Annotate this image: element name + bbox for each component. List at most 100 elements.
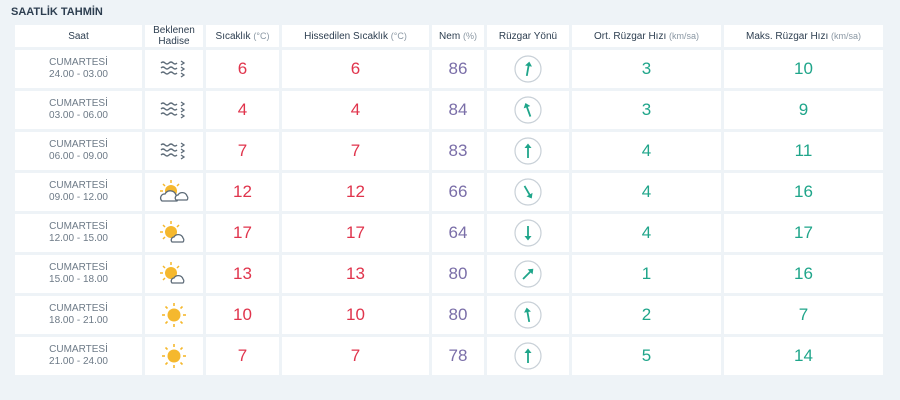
table-row: CUMARTESİ 09.00 - 12.00 12 12 66 4 16 — [15, 173, 883, 211]
humidity-cell: 64 — [432, 214, 484, 252]
day-label: CUMARTESİ — [49, 344, 108, 355]
weather-cell — [145, 173, 203, 211]
table-row: CUMARTESİ 12.00 - 15.00 17 17 64 4 17 — [15, 214, 883, 252]
partly-sunny-icon — [145, 220, 203, 246]
weather-cell — [145, 91, 203, 129]
time-cell: CUMARTESİ 24.00 - 03.00 — [15, 50, 142, 88]
fog-icon — [145, 99, 203, 121]
max-wind-cell: 16 — [724, 255, 883, 293]
temperature-cell: 12 — [206, 173, 279, 211]
feels-like-cell: 10 — [282, 296, 429, 334]
table-row: CUMARTESİ 24.00 - 03.00 6 6 86 3 10 — [15, 50, 883, 88]
day-label: CUMARTESİ — [49, 303, 108, 314]
feels-like-cell: 7 — [282, 132, 429, 170]
humidity-cell: 80 — [432, 255, 484, 293]
col-header-nem: Nem (%) — [432, 25, 484, 47]
wind-direction-cell — [487, 214, 569, 252]
humidity-cell: 80 — [432, 296, 484, 334]
wind-direction-cell — [487, 50, 569, 88]
avg-wind-cell: 4 — [572, 132, 721, 170]
wind-arrow-icon — [514, 342, 542, 370]
table-header-row: Saat Beklenen Hadise Sıcaklık (°C) Hisse… — [15, 25, 883, 47]
avg-wind-cell: 1 — [572, 255, 721, 293]
time-cell: CUMARTESİ 15.00 - 18.00 — [15, 255, 142, 293]
time-cell: CUMARTESİ 12.00 - 15.00 — [15, 214, 142, 252]
max-wind-cell: 16 — [724, 173, 883, 211]
weather-cell — [145, 337, 203, 375]
day-label: CUMARTESİ — [49, 139, 108, 150]
hour-range: 12.00 - 15.00 — [49, 233, 108, 244]
partly-sunny-icon — [145, 261, 203, 287]
wind-arrow-icon — [514, 96, 542, 124]
weather-cell — [145, 132, 203, 170]
hour-range: 09.00 - 12.00 — [49, 192, 108, 203]
table-row: CUMARTESİ 06.00 - 09.00 7 7 83 4 11 — [15, 132, 883, 170]
day-label: CUMARTESİ — [49, 262, 108, 273]
col-header-hadise: Beklenen Hadise — [145, 25, 203, 47]
hour-range: 18.00 - 21.00 — [49, 315, 108, 326]
day-label: CUMARTESİ — [49, 221, 108, 232]
feels-like-cell: 6 — [282, 50, 429, 88]
feels-like-cell: 17 — [282, 214, 429, 252]
humidity-cell: 86 — [432, 50, 484, 88]
time-cell: CUMARTESİ 03.00 - 06.00 — [15, 91, 142, 129]
avg-wind-cell: 5 — [572, 337, 721, 375]
wind-direction-cell — [487, 173, 569, 211]
temperature-cell: 17 — [206, 214, 279, 252]
partly-cloudy-icon — [145, 179, 203, 205]
max-wind-cell: 14 — [724, 337, 883, 375]
temperature-cell: 13 — [206, 255, 279, 293]
wind-direction-cell — [487, 91, 569, 129]
hour-range: 21.00 - 24.00 — [49, 356, 108, 367]
avg-wind-cell: 2 — [572, 296, 721, 334]
temperature-cell: 7 — [206, 337, 279, 375]
col-header-sicaklik: Sıcaklık (°C) — [206, 25, 279, 47]
avg-wind-cell: 4 — [572, 173, 721, 211]
weather-cell — [145, 296, 203, 334]
humidity-cell: 66 — [432, 173, 484, 211]
temperature-cell: 7 — [206, 132, 279, 170]
table-row: CUMARTESİ 15.00 - 18.00 13 13 80 1 16 — [15, 255, 883, 293]
avg-wind-cell: 3 — [572, 91, 721, 129]
max-wind-cell: 11 — [724, 132, 883, 170]
hour-range: 03.00 - 06.00 — [49, 110, 108, 121]
feels-like-cell: 12 — [282, 173, 429, 211]
feels-like-cell: 4 — [282, 91, 429, 129]
weather-cell — [145, 255, 203, 293]
time-cell: CUMARTESİ 18.00 - 21.00 — [15, 296, 142, 334]
humidity-cell: 83 — [432, 132, 484, 170]
wind-arrow-icon — [514, 219, 542, 247]
humidity-cell: 84 — [432, 91, 484, 129]
wind-arrow-icon — [514, 55, 542, 83]
col-header-maks-hiz: Maks. Rüzgar Hızı (km/sa) — [724, 25, 883, 47]
wind-arrow-icon — [514, 260, 542, 288]
day-label: CUMARTESİ — [49, 98, 108, 109]
table-row: CUMARTESİ 21.00 - 24.00 7 7 78 5 14 — [15, 337, 883, 375]
sun-icon — [145, 343, 203, 369]
hourly-forecast-table: Saat Beklenen Hadise Sıcaklık (°C) Hisse… — [12, 22, 886, 378]
section-title: SAATLİK TAHMİN — [11, 6, 103, 18]
table-row: CUMARTESİ 03.00 - 06.00 4 4 84 3 9 — [15, 91, 883, 129]
time-cell: CUMARTESİ 06.00 - 09.00 — [15, 132, 142, 170]
wind-arrow-icon — [514, 178, 542, 206]
temperature-cell: 4 — [206, 91, 279, 129]
feels-like-cell: 7 — [282, 337, 429, 375]
wind-arrow-icon — [514, 301, 542, 329]
sun-icon — [145, 302, 203, 328]
wind-direction-cell — [487, 132, 569, 170]
col-header-hissedilen: Hissedilen Sıcaklık (°C) — [282, 25, 429, 47]
col-header-ort-hiz: Ort. Rüzgar Hızı (km/sa) — [572, 25, 721, 47]
wind-direction-cell — [487, 255, 569, 293]
weather-cell — [145, 214, 203, 252]
hour-range: 06.00 - 09.00 — [49, 151, 108, 162]
col-header-ruzgar-yonu: Rüzgar Yönü — [487, 25, 569, 47]
table-row: CUMARTESİ 18.00 - 21.00 10 10 80 2 7 — [15, 296, 883, 334]
max-wind-cell: 10 — [724, 50, 883, 88]
fog-icon — [145, 140, 203, 162]
avg-wind-cell: 4 — [572, 214, 721, 252]
fog-icon — [145, 58, 203, 80]
temperature-cell: 10 — [206, 296, 279, 334]
max-wind-cell: 9 — [724, 91, 883, 129]
weather-cell — [145, 50, 203, 88]
day-label: CUMARTESİ — [49, 180, 108, 191]
